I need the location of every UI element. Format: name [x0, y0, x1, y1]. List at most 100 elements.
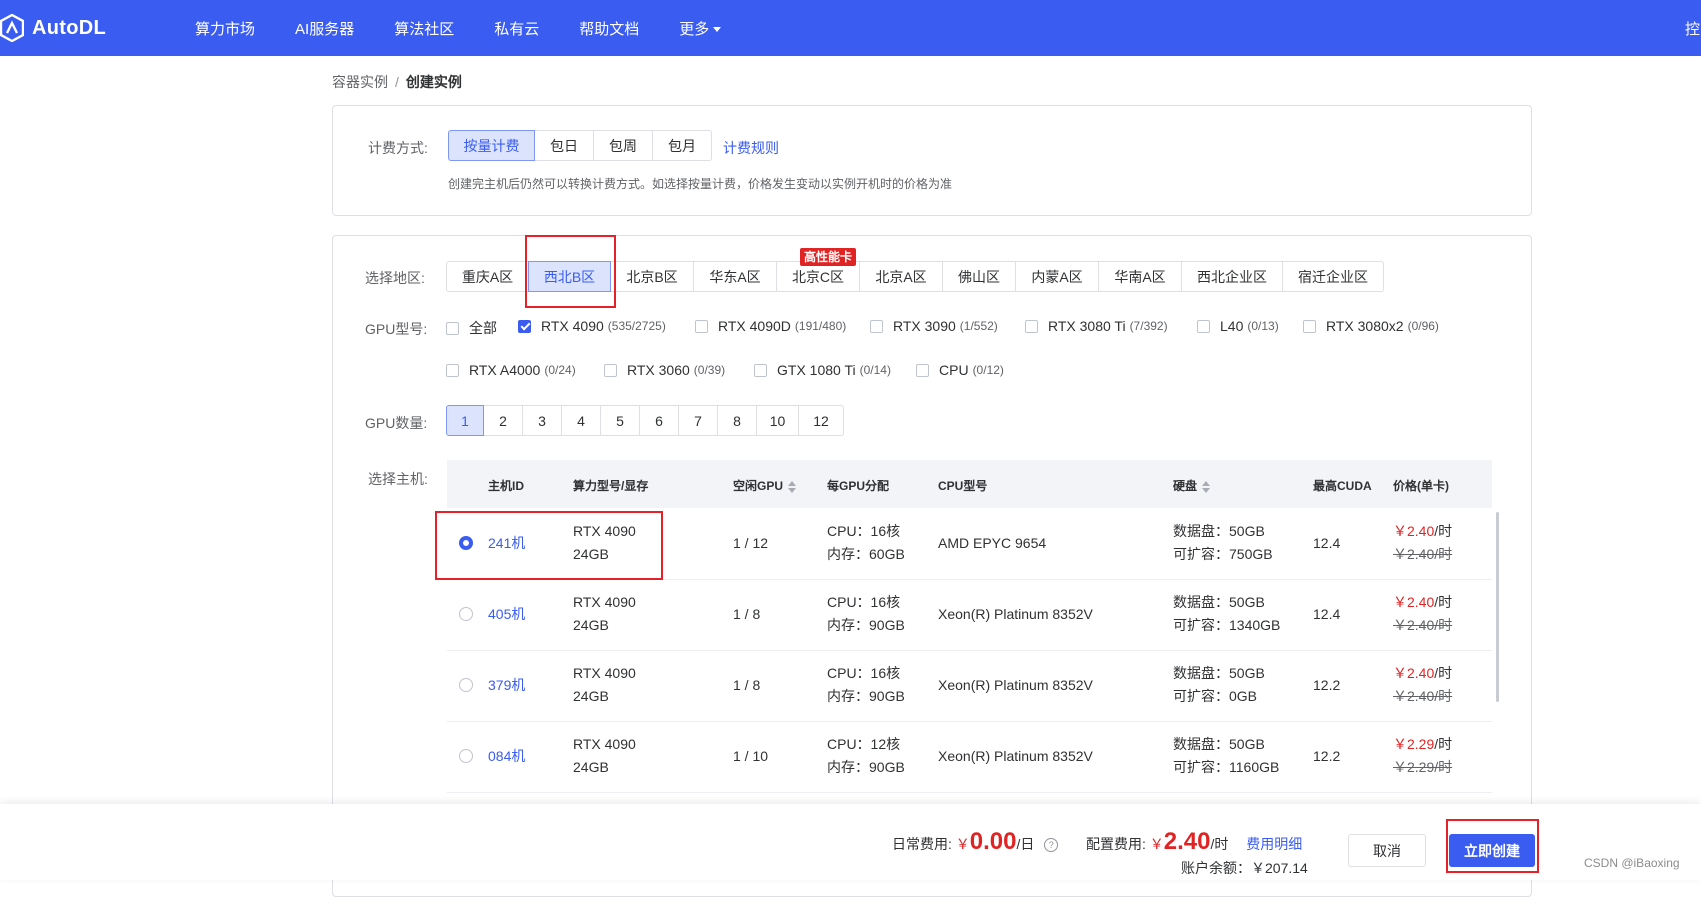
row-radio-selected[interactable]: [459, 536, 473, 550]
gpu-option-rtx-3090[interactable]: RTX 3090 (1/552): [870, 318, 998, 334]
billing-rules-link[interactable]: 计费规则: [723, 138, 779, 158]
gpu-model: RTX 4090: [573, 594, 636, 610]
table-scrollbar[interactable]: [1496, 512, 1499, 702]
gpu-count-3[interactable]: 3: [522, 405, 562, 436]
region-east-china-a[interactable]: 华东A区: [693, 261, 777, 292]
price-current: ￥2.40: [1393, 594, 1435, 610]
gpu-count-7[interactable]: 7: [678, 405, 718, 436]
daily-cost-unit: /日: [1016, 836, 1035, 852]
price-unit: /时: [1434, 736, 1453, 752]
cancel-button[interactable]: 取消: [1348, 834, 1426, 867]
nav-ai-server[interactable]: AI服务器: [295, 18, 354, 39]
caret-down-icon: [713, 27, 722, 33]
nav-more[interactable]: 更多: [679, 18, 722, 39]
row-radio[interactable]: [459, 749, 473, 763]
per-gpu-cell: CPU：12核 内存：90GB: [827, 733, 905, 779]
region-chongqing-a[interactable]: 重庆A区: [446, 261, 529, 292]
nav-more-label: 更多: [679, 20, 710, 38]
region-foshan[interactable]: 佛山区: [942, 261, 1016, 292]
price-unit: /时: [1434, 665, 1453, 681]
billing-weekly[interactable]: 包周: [593, 130, 653, 161]
row-radio[interactable]: [459, 607, 473, 621]
col-free-gpu[interactable]: 空闲GPU: [733, 477, 797, 494]
price-cell: ￥2.40/时 ￥2.40/时: [1393, 520, 1452, 566]
gpu-vram: 24GB: [573, 546, 609, 562]
gpu-option-rtx-4090[interactable]: RTX 4090 (535/2725): [518, 318, 666, 334]
region-inner-mongolia-a[interactable]: 内蒙A区: [1015, 261, 1099, 292]
region-northwest-b[interactable]: 西北B区: [528, 261, 611, 292]
price-original: ￥2.40/时: [1393, 546, 1453, 562]
cost-detail-link[interactable]: 费用明细: [1246, 836, 1302, 852]
gpu-option-rtx-a4000[interactable]: RTX A4000 (0/24): [446, 362, 576, 378]
host-id-link[interactable]: 379机: [488, 675, 525, 695]
gpu-option-rtx-4090d[interactable]: RTX 4090D (191/480): [695, 318, 846, 334]
table-row[interactable]: 405机 RTX 4090 24GB 1 / 8 CPU：16核 内存：90GB X…: [447, 579, 1492, 651]
gpu-count-4[interactable]: 4: [561, 405, 601, 436]
gpu-count-6[interactable]: 6: [639, 405, 679, 436]
host-select-label: 选择主机:: [368, 471, 428, 487]
memory: 内存：90GB: [827, 759, 905, 775]
autodl-logo[interactable]: AutoDL: [0, 14, 106, 42]
gpu-count-1[interactable]: 1: [446, 405, 484, 436]
region-suqian-enterprise[interactable]: 宿迁企业区: [1282, 261, 1384, 292]
config-cost-value: ￥2.40: [1150, 828, 1211, 855]
daily-cost-currency: ￥: [955, 836, 970, 852]
gpu-model: RTX 4090: [573, 523, 636, 539]
billing-monthly[interactable]: 包月: [652, 130, 712, 161]
region-beijing-b[interactable]: 北京B区: [610, 261, 694, 292]
checkbox-checked: [518, 319, 531, 333]
gpu-vram: 24GB: [573, 688, 609, 704]
gpu-option-count: (535/2725): [607, 319, 666, 333]
data-disk: 数据盘：50GB: [1173, 665, 1265, 681]
gpu-option-rtx-3060[interactable]: RTX 3060 (0/39): [604, 362, 725, 378]
nav-algorithm-community[interactable]: 算法社区: [394, 18, 454, 39]
host-id-link[interactable]: 405机: [488, 604, 525, 624]
gpu-option-count: (0/96): [1407, 319, 1439, 333]
nav-console[interactable]: 控: [1685, 18, 1700, 39]
row-radio[interactable]: [459, 678, 473, 692]
host-id-link[interactable]: 241机: [488, 533, 525, 553]
per-gpu-cell: CPU：16核 内存：90GB: [827, 591, 905, 637]
gpu-count-2[interactable]: 2: [483, 405, 523, 436]
nav-help-docs[interactable]: 帮助文档: [579, 18, 639, 39]
create-now-button[interactable]: 立即创建: [1449, 834, 1535, 867]
region-south-china-a[interactable]: 华南A区: [1098, 261, 1182, 292]
gpu-count-8[interactable]: 8: [717, 405, 757, 436]
gpu-count-12[interactable]: 12: [798, 405, 844, 436]
col-host-id: 主机ID: [488, 479, 525, 493]
region-northwest-enterprise[interactable]: 西北企业区: [1181, 261, 1283, 292]
gpu-model: RTX 4090: [573, 665, 636, 681]
price-unit: /时: [1434, 523, 1453, 539]
gpu-option-rtx-3080x2[interactable]: RTX 3080x2 (0/96): [1303, 318, 1439, 334]
breadcrumb-container-instance[interactable]: 容器实例: [332, 74, 388, 90]
checkbox: [446, 321, 459, 335]
billing-daily[interactable]: 包日: [534, 130, 594, 161]
data-disk: 数据盘：50GB: [1173, 523, 1265, 539]
table-row[interactable]: 084机 RTX 4090 24GB 1 / 10 CPU：12核 内存：90GB …: [447, 721, 1492, 793]
gpu-option-all[interactable]: 全部: [446, 318, 497, 338]
gpu-option-rtx-3080-ti[interactable]: RTX 3080 Ti (7/392): [1025, 318, 1168, 334]
nav-compute-market[interactable]: 算力市场: [195, 18, 255, 39]
main-nav: 算力市场 AI服务器 算法社区 私有云 帮助文档 更多: [195, 0, 761, 56]
gpu-option-count: (0/24): [544, 363, 576, 377]
billing-pay-as-you-go[interactable]: 按量计费: [448, 130, 535, 161]
table-row[interactable]: 379机 RTX 4090 24GB 1 / 8 CPU：16核 内存：90GB X…: [447, 650, 1492, 722]
region-beijing-a[interactable]: 北京A区: [859, 261, 943, 292]
model-vram-cell: RTX 4090 24GB: [573, 591, 636, 637]
gpu-option-cpu[interactable]: CPU (0/12): [916, 362, 1004, 378]
gpu-option-gtx-1080-ti[interactable]: GTX 1080 Ti (0/14): [754, 362, 891, 378]
host-id-link[interactable]: 084机: [488, 746, 525, 766]
gpu-count-10[interactable]: 10: [756, 405, 799, 436]
table-row[interactable]: 241机 RTX 4090 24GB 1 / 12 CPU：16核 内存：60GB …: [447, 508, 1492, 580]
help-icon[interactable]: ?: [1044, 838, 1059, 853]
gpu-option-l40[interactable]: L40 (0/13): [1197, 318, 1279, 334]
nav-private-cloud[interactable]: 私有云: [494, 18, 539, 39]
expandable: 可扩容：750GB: [1173, 546, 1273, 562]
daily-cost-value: ￥0.00: [955, 828, 1017, 855]
price-cell: ￥2.29/时 ￥2.29/时: [1393, 733, 1452, 779]
gpu-option-name: RTX 3090: [893, 318, 956, 334]
price-current: ￥2.29: [1393, 736, 1435, 752]
breadcrumb-current: 创建实例: [405, 74, 462, 90]
gpu-count-5[interactable]: 5: [600, 405, 640, 436]
col-disk[interactable]: 硬盘: [1173, 477, 1211, 494]
